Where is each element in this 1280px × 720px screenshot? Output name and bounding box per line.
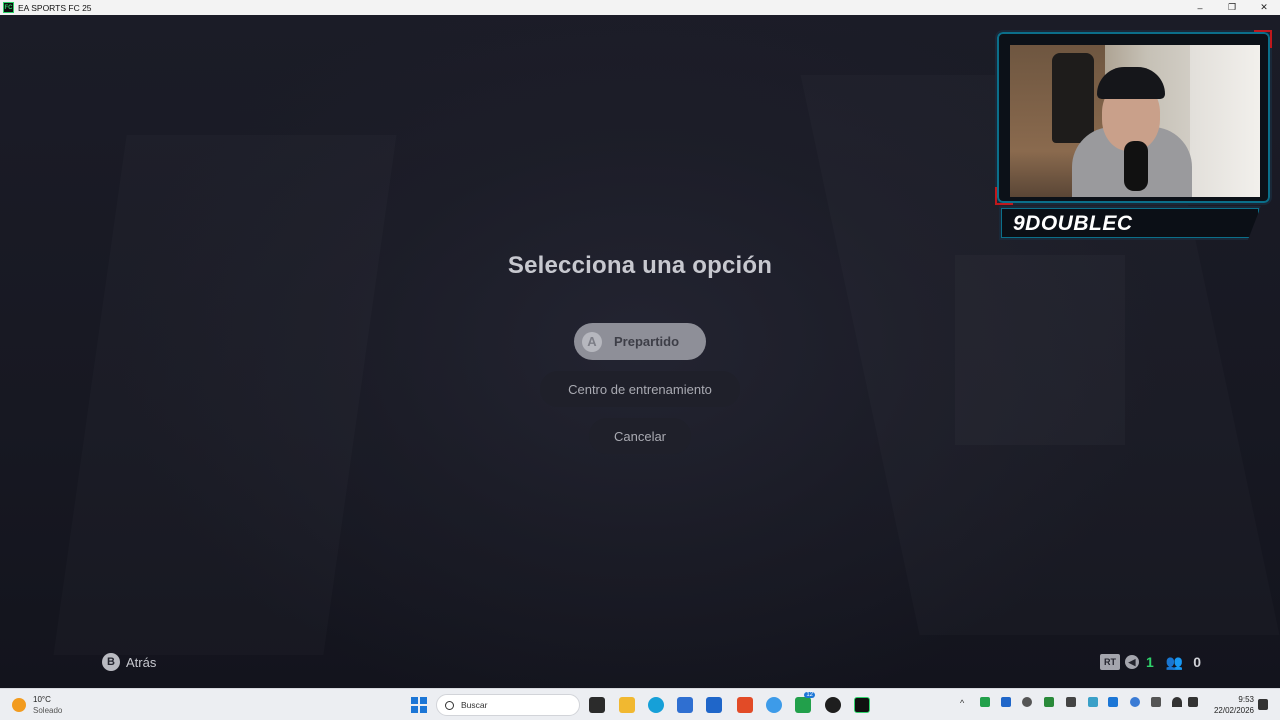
wifi-icon[interactable] [1172, 697, 1182, 707]
back-label: Atrás [126, 654, 157, 670]
rt-trigger-icon: RT [1100, 654, 1120, 670]
steam-tray-icon[interactable] [1022, 697, 1032, 707]
file-explorer-icon[interactable] [619, 697, 635, 713]
keyboard-icon[interactable] [1151, 697, 1161, 707]
close-button[interactable]: ✕ [1248, 0, 1280, 15]
microphone-tray-icon[interactable] [1130, 697, 1140, 707]
xbox-icon[interactable]: 12 [795, 692, 815, 713]
clock-time: 9:53 [1238, 695, 1254, 704]
window-controls: – ❐ ✕ [1184, 0, 1280, 15]
restore-button[interactable]: ❐ [1216, 0, 1248, 15]
tray-app-icon[interactable] [1088, 697, 1098, 707]
tray-app-icon[interactable] [1001, 697, 1011, 707]
background-shape [955, 255, 1125, 445]
speaker-icon: ◀ [1125, 655, 1139, 669]
sync-app-icon[interactable] [766, 697, 782, 713]
xbox-tray-icon[interactable] [980, 697, 990, 707]
option-cancel-button[interactable]: Cancelar [589, 418, 691, 454]
party-count: 0 [1193, 654, 1202, 670]
task-view-icon[interactable] [589, 697, 605, 713]
option-prepartido-button[interactable]: A Prepartido [574, 323, 706, 360]
streamer-figure [1072, 63, 1192, 197]
webcam-border [995, 30, 1272, 205]
bluetooth-icon[interactable] [1108, 697, 1118, 707]
voice-count: 1 [1146, 654, 1154, 670]
dialog-heading: Selecciona una opción [507, 252, 773, 279]
windows-start-icon[interactable] [411, 697, 427, 713]
window-titlebar: FC EA SPORTS FC 25 – ❐ ✕ [0, 0, 1280, 15]
b-button-icon: B [102, 653, 120, 671]
search-placeholder: Buscar [461, 700, 488, 710]
webcam-video [1010, 45, 1260, 197]
option-training-center-button[interactable]: Centro de entrenamiento [540, 371, 740, 407]
a-button-icon: A [582, 331, 602, 352]
party-icon: 👥 [1165, 653, 1184, 670]
store-icon[interactable] [677, 697, 693, 713]
volume-icon[interactable] [1188, 697, 1198, 707]
weather-description[interactable]: Soleado [33, 706, 62, 715]
background-shape [53, 135, 396, 655]
taskbar-search[interactable]: Buscar [436, 694, 580, 716]
weather-temperature[interactable]: 10°C [33, 695, 51, 704]
notification-badge: 12 [804, 692, 815, 698]
fc25-taskbar-icon[interactable] [854, 697, 870, 713]
minimize-button[interactable]: – [1184, 0, 1216, 15]
tray-app-icon[interactable] [1066, 697, 1076, 707]
outlook-icon[interactable] [706, 697, 722, 713]
video-door [1190, 45, 1260, 197]
streamer-cap [1097, 67, 1165, 99]
fc25-app-icon: FC [3, 2, 14, 13]
window-title: EA SPORTS FC 25 [18, 2, 92, 13]
search-icon [445, 700, 454, 710]
streamer-name: 9DOUBLEC [1013, 212, 1133, 235]
notification-bell-icon[interactable] [1258, 699, 1268, 710]
brave-icon[interactable] [737, 697, 753, 713]
obs-icon[interactable] [825, 697, 841, 713]
system-clock[interactable]: 9:53 22/02/2026 [1206, 694, 1254, 716]
clock-date: 22/02/2026 [1213, 706, 1254, 715]
webcam-overlay: 9DOUBLEC [995, 30, 1272, 242]
streamer-nameplate: 9DOUBLEC [999, 206, 1261, 240]
sun-icon[interactable] [12, 698, 26, 712]
nvidia-tray-icon[interactable] [1044, 697, 1054, 707]
option-label: Prepartido [614, 334, 680, 349]
windows-taskbar: 10°C Soleado Buscar 12 ^ 9:53 22/02/2026 [0, 688, 1280, 720]
back-button[interactable]: B Atrás [102, 653, 156, 671]
edge-browser-icon[interactable] [648, 697, 664, 713]
status-hud: RT ◀ 1 👥 0 [1100, 652, 1201, 672]
microphone [1124, 141, 1148, 191]
chevron-up-icon[interactable]: ^ [960, 698, 964, 708]
game-viewport: Selecciona una opción A Prepartido Centr… [0, 15, 1280, 688]
